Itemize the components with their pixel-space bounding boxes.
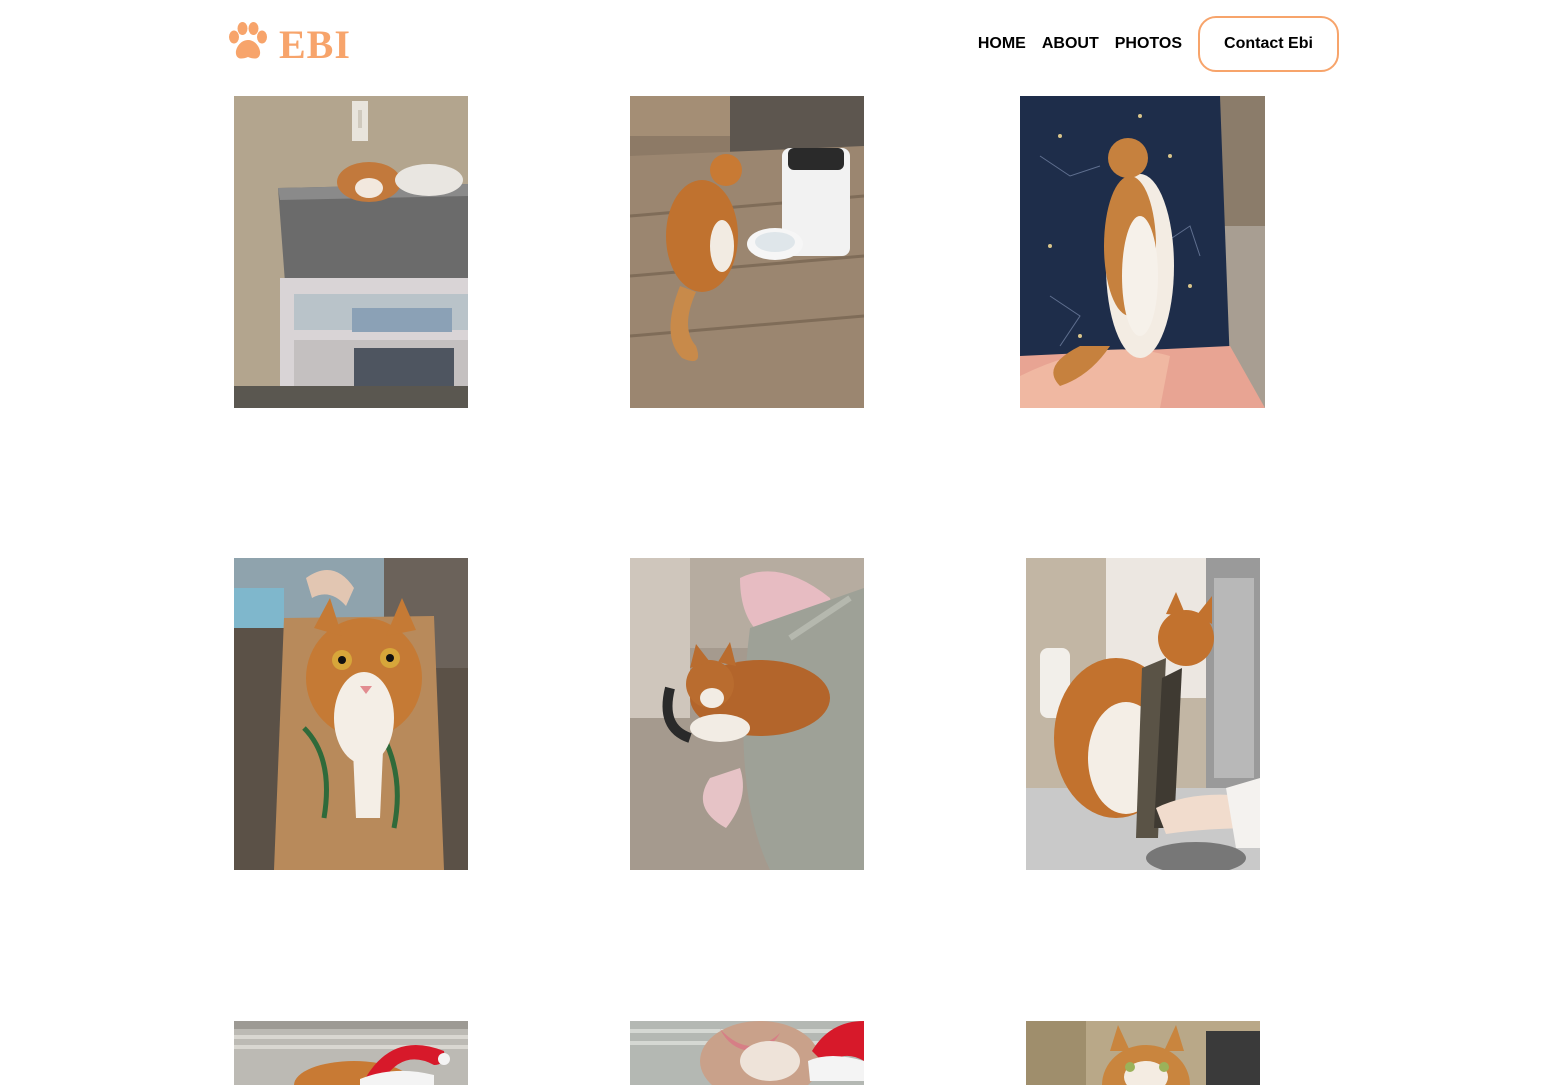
nav-about[interactable]: ABOUT [1042, 16, 1099, 72]
site-header: EBI HOME ABOUT PHOTOS Contact Ebi [0, 0, 1567, 90]
nav-home[interactable]: HOME [978, 16, 1026, 72]
nav-photos[interactable]: PHOTOS [1115, 16, 1182, 72]
photo-cat-santa-hat[interactable] [234, 1021, 468, 1085]
main-nav: HOME ABOUT PHOTOS Contact Ebi [978, 16, 1339, 72]
photo-cat-in-paper-bag[interactable] [234, 558, 468, 870]
paw-icon [227, 22, 269, 67]
photo-cat-on-laundry-bag[interactable] [630, 558, 864, 870]
logo-link[interactable]: EBI [227, 22, 351, 67]
contact-button[interactable]: Contact Ebi [1198, 16, 1339, 72]
logo-text: EBI [279, 21, 351, 67]
photo-cat-by-feeder[interactable] [630, 96, 864, 408]
photo-cat-on-blanket[interactable] [1020, 96, 1265, 408]
photo-cat-in-gray-basket[interactable] [234, 96, 468, 408]
photo-cat-with-toy[interactable] [1026, 558, 1260, 870]
photo-cat-in-kitchen[interactable] [1026, 1021, 1260, 1085]
photo-cat-santa-hat-closeup[interactable] [630, 1021, 864, 1085]
